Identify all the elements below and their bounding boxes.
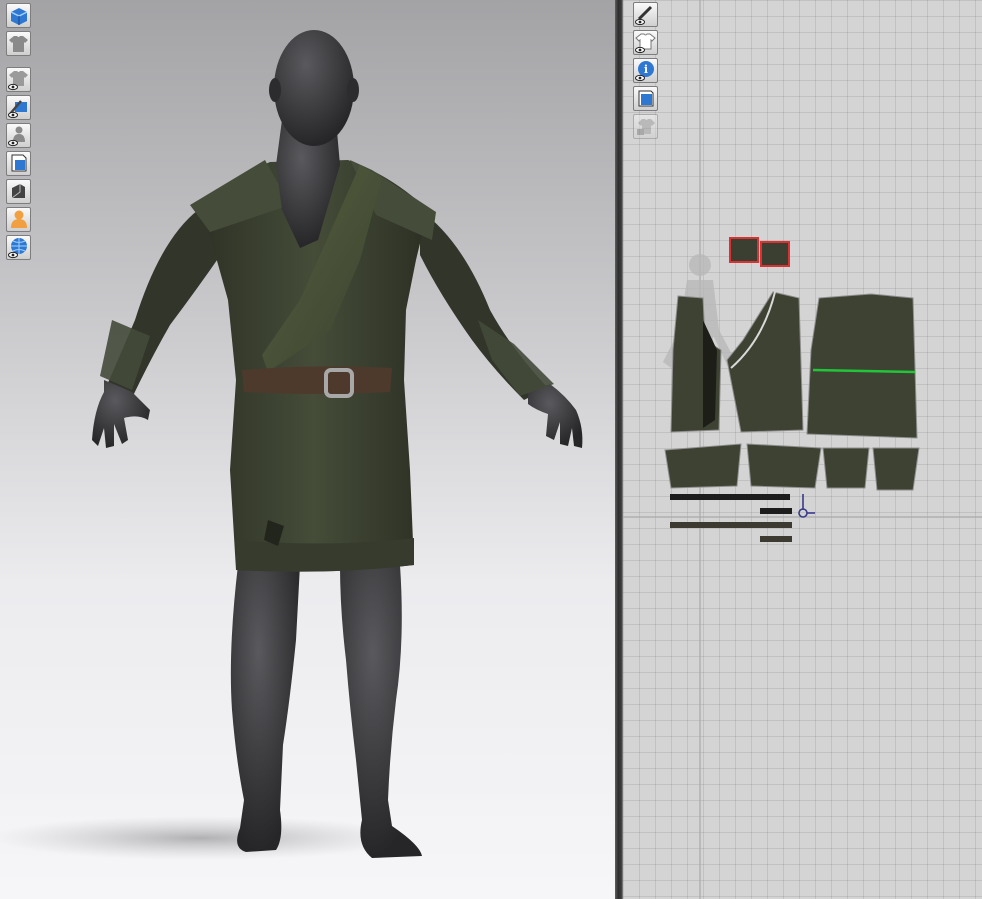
3d-toolbar: [6, 3, 31, 260]
show-avatar-icon: [8, 126, 25, 147]
2d-toolbar: i: [633, 2, 658, 139]
lock-shirt-button[interactable]: [633, 114, 658, 139]
globe-grid-icon: [8, 238, 27, 259]
belt: [242, 366, 392, 394]
show-pattern-shirt-icon: [635, 33, 656, 54]
fabric-sheet-icon: [11, 154, 27, 172]
show-avatar-button[interactable]: [6, 123, 31, 148]
garment-shirt-icon: [9, 36, 28, 52]
render-box-icon: [11, 184, 25, 199]
2d-pattern-viewport[interactable]: i: [623, 0, 982, 899]
show-2d-brush-icon: [635, 5, 653, 26]
viewport-splitter[interactable]: [615, 0, 623, 899]
3d-mode-button[interactable]: [6, 3, 31, 28]
show-2d-brush-button[interactable]: [633, 2, 658, 27]
pattern-piece-back[interactable]: [806, 293, 918, 439]
pattern-canvas[interactable]: [623, 0, 982, 899]
avatar-skin-icon: [11, 210, 27, 228]
selected-patch-pieces[interactable]: [729, 237, 790, 267]
show-garment-button[interactable]: [6, 67, 31, 92]
globe-grid-button[interactable]: [6, 235, 31, 260]
svg-text:i: i: [644, 63, 648, 76]
lock-shirt-icon: [637, 119, 655, 135]
floor-shadow: [0, 816, 410, 860]
texture-layer-icon: [638, 90, 654, 107]
fabric-sheet-button[interactable]: [6, 151, 31, 176]
texture-layer-button[interactable]: [633, 86, 658, 111]
info-icon: i: [635, 61, 654, 82]
show-pattern-shirt-button[interactable]: [633, 30, 658, 55]
info-button[interactable]: i: [633, 58, 658, 83]
avatar-scene[interactable]: [0, 0, 615, 899]
blue-box-icon: [10, 8, 28, 25]
show-texture-brush-icon: [8, 100, 27, 119]
pattern-piece-belt-strips[interactable]: [670, 494, 792, 542]
render-box-button[interactable]: [6, 179, 31, 204]
avatar-skin-button[interactable]: [6, 207, 31, 232]
3d-viewport[interactable]: [0, 0, 615, 899]
garment-button[interactable]: [6, 31, 31, 56]
buckle-gizmo-icon[interactable]: [798, 494, 815, 518]
avatar-legs: [230, 565, 422, 858]
show-texture-brush-button[interactable]: [6, 95, 31, 120]
show-garment-icon: [8, 71, 28, 91]
pattern-piece-sleeves[interactable]: [664, 443, 920, 491]
avatar-head: [274, 30, 354, 146]
